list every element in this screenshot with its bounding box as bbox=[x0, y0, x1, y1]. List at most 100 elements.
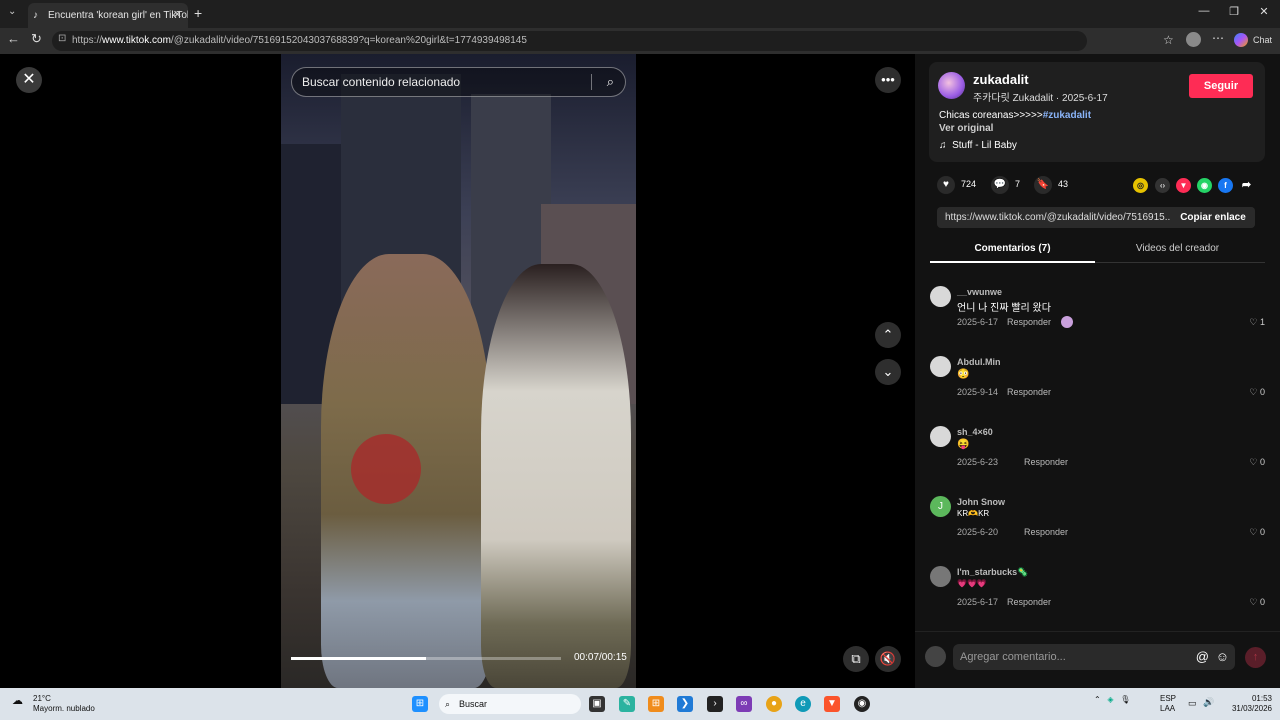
visual-studio-icon[interactable]: ∞ bbox=[736, 696, 752, 712]
share-arrow-icon[interactable]: ➦ bbox=[1239, 178, 1254, 193]
author-username[interactable]: zukadalit bbox=[973, 72, 1029, 87]
comment-avatar[interactable] bbox=[930, 356, 951, 377]
system-tray[interactable]: ⌃ ◈ 🎙 bbox=[1094, 695, 1130, 704]
comment-avatar[interactable] bbox=[930, 566, 951, 587]
maximize-icon[interactable]: ❐ bbox=[1224, 5, 1244, 18]
tab-list-icon[interactable]: ⌄ bbox=[8, 6, 16, 17]
comment-user[interactable]: Abdul.Min bbox=[957, 357, 1001, 367]
vscode-icon[interactable]: ❯ bbox=[677, 696, 693, 712]
hashtag-link[interactable]: #zukadalit bbox=[1043, 110, 1091, 121]
chrome-icon[interactable]: ● bbox=[766, 696, 782, 712]
comment-avatar[interactable] bbox=[930, 426, 951, 447]
post-comment-button[interactable]: ↑ bbox=[1245, 647, 1266, 668]
video-progress-fill bbox=[291, 657, 426, 660]
back-icon[interactable]: ← bbox=[7, 31, 20, 46]
edge-icon[interactable]: e bbox=[795, 696, 811, 712]
language-code: ESP bbox=[1160, 694, 1177, 703]
gallery-app-icon[interactable]: ✎ bbox=[619, 696, 635, 712]
microphone-icon[interactable]: 🎙 bbox=[1120, 695, 1130, 704]
chat-label[interactable]: Chat bbox=[1253, 35, 1272, 45]
tray-overflow-icon[interactable]: ⌃ bbox=[1094, 695, 1101, 704]
tray-app-icon[interactable]: ◈ bbox=[1107, 695, 1113, 704]
brave-icon[interactable]: ▼ bbox=[824, 696, 840, 712]
comment-like-button[interactable]: ♡ 1 bbox=[1249, 317, 1265, 328]
url-path: /@zukadalit/video/7516915204303768839?q=… bbox=[170, 35, 527, 46]
obs-icon[interactable]: ◉ bbox=[854, 696, 870, 712]
previous-video-icon[interactable]: ⌃ bbox=[875, 322, 901, 348]
reply-button[interactable]: Responder bbox=[1024, 527, 1068, 537]
language-indicator[interactable]: ESP LAA bbox=[1160, 694, 1176, 714]
favorites-icon[interactable]: ☆ bbox=[1163, 33, 1174, 47]
copilot-icon[interactable] bbox=[1234, 33, 1248, 47]
terminal-icon[interactable]: › bbox=[707, 696, 723, 712]
comment-like-button[interactable]: ♡ 0 bbox=[1249, 457, 1265, 468]
task-view-icon[interactable]: ▣ bbox=[589, 696, 605, 712]
reply-button[interactable]: Responder bbox=[1007, 317, 1051, 327]
comment-text: KR🫶KR bbox=[957, 509, 990, 518]
mute-icon[interactable]: 🔇 bbox=[875, 646, 901, 672]
see-original-link[interactable]: Ver original bbox=[939, 123, 993, 134]
volume-icon[interactable]: 🔊 bbox=[1203, 697, 1214, 708]
search-icon[interactable]: ⌕ bbox=[607, 68, 614, 96]
more-icon[interactable]: ⋯ bbox=[1212, 31, 1224, 45]
comment-button[interactable]: 💬 7 bbox=[991, 176, 1020, 194]
reload-icon[interactable]: ↻ bbox=[31, 31, 42, 47]
taskbar-search[interactable]: ⌕ Buscar bbox=[439, 694, 581, 714]
coin-share-icon[interactable]: ◎ bbox=[1133, 178, 1148, 193]
more-options-icon[interactable]: ••• bbox=[875, 67, 901, 93]
video-description: Chicas coreanas>>>>>#zukadalit bbox=[939, 110, 1091, 121]
comment-user[interactable]: __vwunwe bbox=[957, 287, 1002, 297]
close-video-icon[interactable]: ✕ bbox=[16, 67, 42, 93]
url-field[interactable]: https://www.tiktok.com/@zukadalit/video/… bbox=[52, 31, 1087, 51]
description-text: Chicas coreanas>>>>> bbox=[939, 110, 1043, 121]
comment-avatar[interactable]: J bbox=[930, 496, 951, 517]
embed-icon[interactable]: ‹› bbox=[1155, 178, 1170, 193]
network-icon[interactable]: ▭ bbox=[1188, 698, 1197, 709]
comment-input[interactable]: Agregar comentario... @ ☺ bbox=[953, 644, 1235, 670]
reply-button[interactable]: Responder bbox=[1007, 387, 1051, 397]
avatar[interactable] bbox=[938, 72, 965, 99]
pip-icon[interactable]: ⧉ bbox=[843, 646, 869, 672]
related-search-input[interactable]: Buscar contenido relacionado ⌕ bbox=[291, 67, 626, 97]
save-button[interactable]: 🔖 43 bbox=[1034, 176, 1068, 194]
profile-icon[interactable] bbox=[1186, 32, 1201, 47]
tab-creator-videos[interactable]: Videos del creador bbox=[1095, 243, 1260, 254]
reply-button[interactable]: Responder bbox=[1024, 457, 1068, 467]
like-count: 724 bbox=[961, 179, 977, 189]
music-row[interactable]: ♫ Stuff - Lil Baby bbox=[939, 140, 1017, 151]
comment-date: 2025-9-14 bbox=[957, 387, 999, 397]
video-person-right bbox=[481, 264, 631, 688]
browser-tab[interactable]: ♪ Encuentra 'korean girl' en TikTok | ✕ bbox=[28, 3, 188, 28]
office-app-icon[interactable]: ⊞ bbox=[648, 696, 664, 712]
comment-avatar[interactable] bbox=[930, 286, 951, 307]
emoji-icon[interactable]: ☺ bbox=[1216, 644, 1229, 670]
mention-icon[interactable]: @ bbox=[1196, 644, 1209, 670]
new-tab-button[interactable]: + bbox=[194, 5, 202, 21]
comment-like-button[interactable]: ♡ 0 bbox=[1249, 387, 1265, 398]
facebook-icon[interactable]: f bbox=[1218, 178, 1233, 193]
comment-user[interactable]: I'm_starbucks🦠 bbox=[957, 567, 1028, 578]
video-progress-bar[interactable] bbox=[291, 657, 561, 660]
lock-icon[interactable]: ⊡ bbox=[58, 33, 66, 44]
comment-user[interactable]: John Snow bbox=[957, 497, 1005, 507]
like-button[interactable]: ♥ 724 bbox=[937, 176, 976, 194]
tab-comments[interactable]: Comentarios (7) bbox=[930, 243, 1095, 254]
reply-button[interactable]: Responder bbox=[1007, 597, 1051, 607]
tab-close-icon[interactable]: ✕ bbox=[173, 3, 182, 28]
minimize-icon[interactable]: — bbox=[1194, 5, 1214, 17]
comment-like-button[interactable]: ♡ 0 bbox=[1249, 597, 1265, 608]
next-video-icon[interactable]: ⌄ bbox=[875, 359, 901, 385]
comment-like-count: 0 bbox=[1259, 527, 1265, 537]
video-player[interactable] bbox=[281, 54, 636, 688]
comment-user[interactable]: sh_4×60 bbox=[957, 427, 993, 437]
search-divider bbox=[591, 74, 592, 90]
close-window-icon[interactable]: ✕ bbox=[1254, 5, 1274, 18]
send-icon[interactable]: ▼ bbox=[1176, 178, 1191, 193]
clock[interactable]: 01:53 31/03/2026 bbox=[1226, 694, 1272, 714]
windows-start-icon[interactable]: ⊞ bbox=[412, 696, 428, 712]
comment-like-button[interactable]: ♡ 0 bbox=[1249, 527, 1265, 538]
details-panel: zukadalit 주카다릿 Zukadalit · 2025-6-17 Seg… bbox=[915, 54, 1280, 688]
copy-link-button[interactable]: Copiar enlace bbox=[1171, 207, 1255, 228]
whatsapp-icon[interactable]: ◉ bbox=[1197, 178, 1212, 193]
follow-button[interactable]: Seguir bbox=[1189, 74, 1253, 98]
